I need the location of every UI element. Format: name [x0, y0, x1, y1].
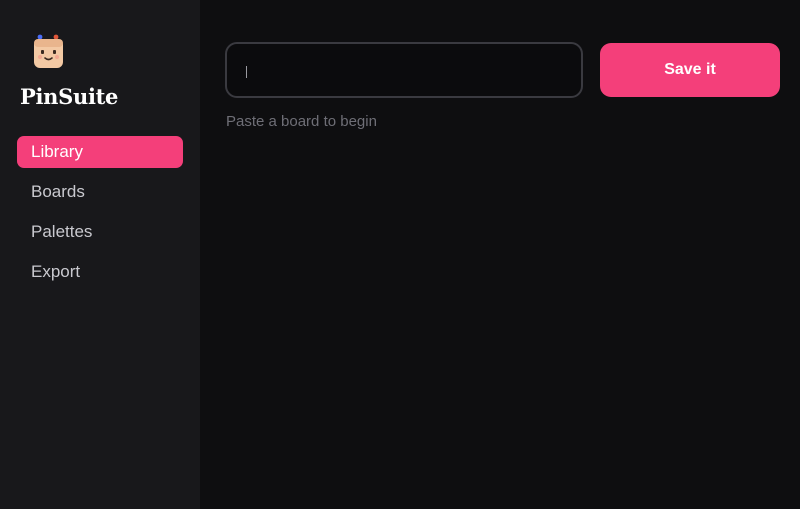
brand-name: PinSuite — [20, 84, 119, 109]
save-button[interactable]: Save it — [600, 43, 780, 97]
board-url-input[interactable] — [225, 42, 583, 98]
hint-text: Paste a board to begin — [226, 113, 377, 130]
sidebar-item-boards[interactable]: Boards — [17, 176, 183, 208]
app-window: PinSuite Library Boards Palettes Export … — [0, 0, 800, 509]
text-caret — [246, 66, 247, 78]
sidebar-item-export[interactable]: Export — [17, 256, 183, 288]
sidebar-nav: Library Boards Palettes Export — [17, 136, 183, 296]
face-mascot-icon — [34, 34, 63, 68]
sidebar-item-palettes[interactable]: Palettes — [17, 216, 183, 248]
main-panel: Save it Paste a board to begin — [200, 0, 800, 509]
sidebar-item-library[interactable]: Library — [17, 136, 183, 168]
logo — [32, 34, 66, 70]
sidebar: PinSuite Library Boards Palettes Export — [0, 0, 200, 509]
